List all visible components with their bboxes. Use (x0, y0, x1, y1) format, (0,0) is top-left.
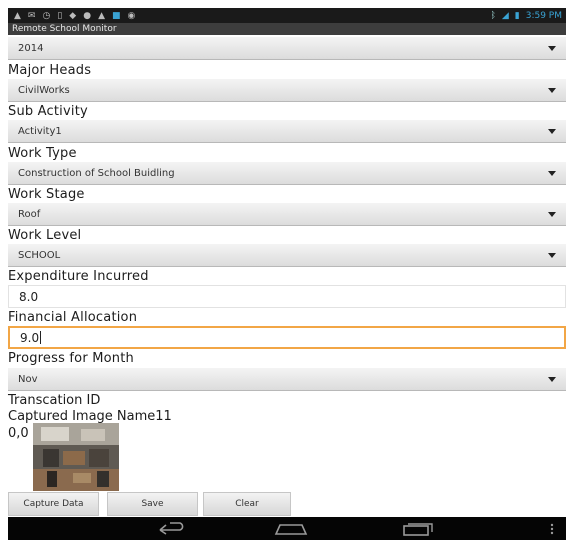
sub-activity-spinner[interactable]: Activity1 (8, 120, 566, 143)
work-stage-label: Work Stage (8, 187, 85, 202)
wifi-icon: ◢ (501, 10, 509, 21)
progress-month-label: Progress for Month (8, 351, 134, 366)
major-heads-value: CivilWorks (18, 84, 70, 96)
chevron-down-icon (548, 128, 556, 134)
notification-icon: ▲ (14, 10, 21, 21)
expenditure-value: 8.0 (19, 289, 39, 304)
progress-month-spinner[interactable]: Nov (8, 368, 566, 391)
battery-icon: ▮ (514, 10, 520, 21)
chevron-down-icon (548, 170, 556, 176)
overflow-menu-icon[interactable] (548, 522, 556, 536)
bluetooth-icon: ᛒ (490, 10, 496, 21)
financial-allocation-label: Financial Allocation (8, 310, 138, 325)
major-heads-label: Major Heads (8, 63, 92, 78)
transaction-id-label: Transcation ID (8, 393, 101, 408)
captured-image-thumbnail[interactable] (33, 423, 119, 491)
work-stage-spinner[interactable]: Roof (8, 203, 566, 226)
captured-image-label: Captured Image Name11 (8, 409, 172, 424)
mail-icon: ✉ (27, 10, 36, 21)
work-type-label: Work Type (8, 146, 77, 161)
sub-activity-value: Activity1 (18, 125, 62, 137)
year-spinner[interactable]: 2014 (8, 37, 566, 60)
save-button[interactable]: Save (107, 492, 198, 516)
chevron-down-icon (548, 211, 556, 217)
chevron-down-icon (548, 252, 556, 258)
status-bar: ▲ ✉ ◷ ▯ ◆ ● ▲ ■ ◉ ᛒ ◢ ▮ 3:59 PM (8, 8, 566, 23)
clock-icon: ◷ (42, 10, 51, 21)
camera-icon: ◉ (127, 10, 136, 21)
user-icon: ● (83, 10, 92, 21)
coordinates-text: 0,0 (8, 426, 29, 441)
classroom-photo (33, 423, 119, 491)
work-type-value: Construction of School Buidling (18, 167, 175, 179)
notification-icons: ▲ ✉ ◷ ▯ ◆ ● ▲ ■ ◉ (8, 11, 135, 21)
work-stage-value: Roof (18, 208, 41, 220)
settings-icon: ■ (111, 10, 121, 21)
work-level-label: Work Level (8, 228, 82, 243)
bell-icon: ◆ (69, 10, 77, 21)
progress-month-value: Nov (18, 373, 38, 385)
expenditure-input[interactable]: 8.0 (8, 285, 566, 308)
capture-data-button[interactable]: Capture Data (8, 492, 99, 516)
year-value: 2014 (18, 42, 44, 54)
back-icon[interactable] (156, 522, 190, 536)
work-level-spinner[interactable]: SCHOOL (8, 244, 566, 267)
work-level-value: SCHOOL (18, 249, 61, 261)
app-icon: ▲ (98, 10, 105, 21)
app-title: Remote School Monitor (12, 24, 117, 34)
home-icon[interactable] (273, 522, 309, 536)
work-type-spinner[interactable]: Construction of School Buidling (8, 162, 566, 185)
chevron-down-icon (548, 45, 556, 51)
text-cursor (40, 331, 42, 344)
expenditure-label: Expenditure Incurred (8, 269, 149, 284)
status-time: 3:59 PM (525, 10, 562, 21)
clear-button[interactable]: Clear (203, 492, 291, 516)
sub-activity-label: Sub Activity (8, 104, 88, 119)
app-title-bar: Remote School Monitor (8, 23, 566, 35)
major-heads-spinner[interactable]: CivilWorks (8, 79, 566, 102)
recent-apps-icon[interactable] (401, 522, 435, 536)
tablet-icon: ▯ (57, 10, 63, 21)
chevron-down-icon (548, 376, 556, 382)
navigation-bar (8, 517, 566, 540)
financial-allocation-input[interactable]: 9.0 (8, 326, 566, 349)
chevron-down-icon (548, 87, 556, 93)
financial-allocation-value: 9.0 (20, 330, 40, 345)
